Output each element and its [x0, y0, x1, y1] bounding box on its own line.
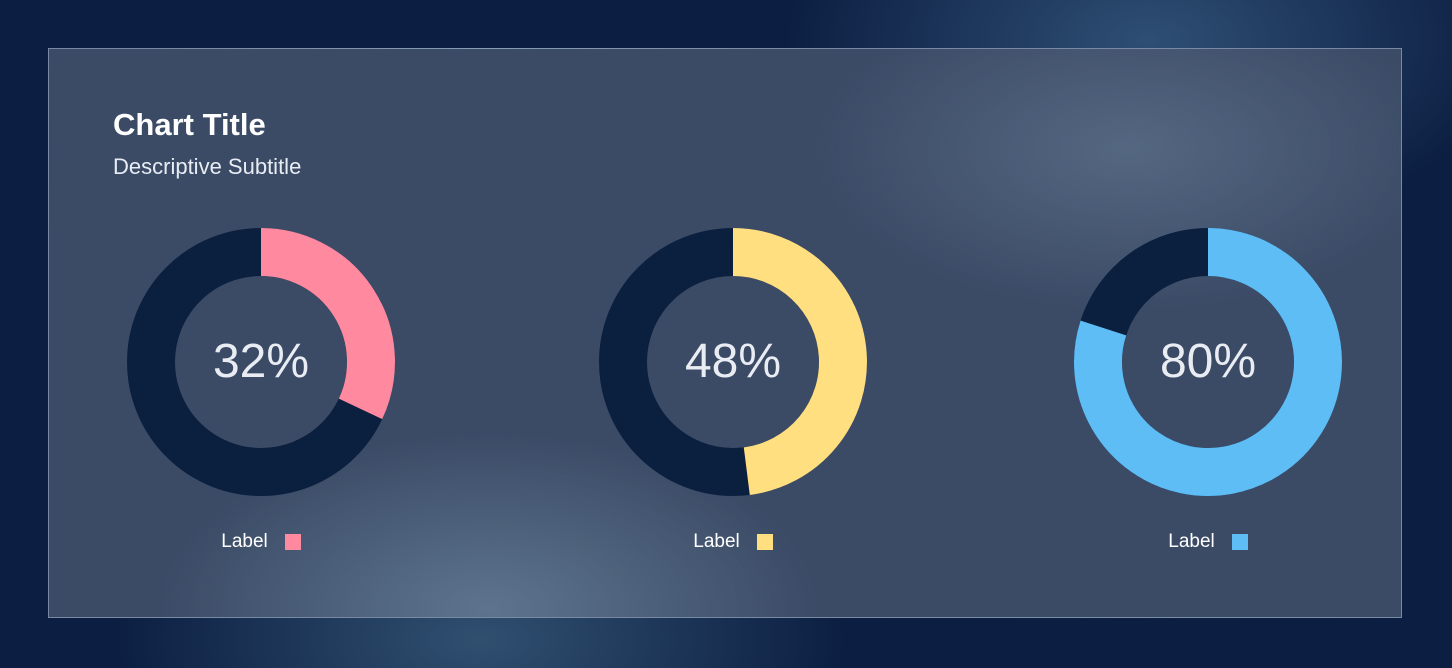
legend-1: Label	[126, 531, 396, 553]
donut-chart-2: 48%	[598, 227, 868, 497]
donut-chart-1: 32%	[126, 227, 396, 497]
legend-swatch-3	[1231, 534, 1248, 550]
legend-label-2: Label	[693, 531, 740, 552]
chart-title: Chart Title	[113, 107, 266, 142]
chart-card: Chart Title Descriptive Subtitle 32% Lab…	[48, 48, 1402, 618]
legend-swatch-2	[756, 534, 773, 550]
donut-arc-2	[732, 228, 867, 495]
donut-svg-3	[1074, 228, 1342, 496]
legend-swatch-1	[284, 534, 301, 550]
legend-label-3: Label	[1168, 531, 1215, 552]
donut-chart-3: 80%	[1073, 227, 1343, 497]
donut-svg-2	[599, 228, 867, 496]
donut-svg-1	[127, 228, 395, 496]
legend-3: Label	[1073, 531, 1343, 553]
donut-arc-1	[260, 228, 395, 420]
legend-2: Label	[598, 531, 868, 553]
chart-subtitle: Descriptive Subtitle	[113, 154, 302, 179]
legend-label-1: Label	[221, 531, 268, 552]
